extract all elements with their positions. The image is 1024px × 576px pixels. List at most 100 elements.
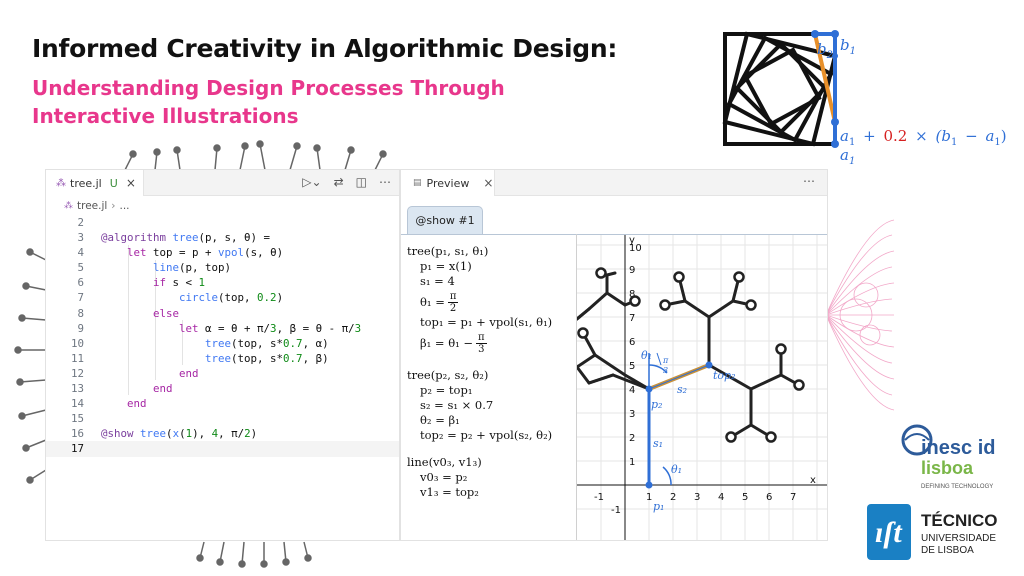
untracked-status: U bbox=[109, 176, 118, 190]
svg-text:6: 6 bbox=[766, 492, 772, 503]
math-row: top₁ = p₁ + vpol(s₁, θ₁) bbox=[420, 315, 553, 329]
svg-text:-1: -1 bbox=[611, 505, 621, 516]
svg-text:2: 2 bbox=[670, 492, 676, 503]
svg-text:π: π bbox=[662, 356, 669, 365]
math-row: θ₂ = β₁ bbox=[420, 413, 460, 427]
svg-text:θ₁: θ₁ bbox=[671, 463, 682, 476]
code-line: 11 tree(top, s*0.7, β) bbox=[70, 351, 329, 365]
svg-text:6: 6 bbox=[629, 337, 635, 348]
preview-tabbar: ▤ Preview × ⋯ bbox=[401, 170, 827, 196]
show-output-tab[interactable]: @show #1 bbox=[407, 206, 483, 234]
tab-tree-jl[interactable]: ⁂ tree.jl U × bbox=[46, 170, 144, 196]
julia-file-icon: ⁂ bbox=[56, 177, 66, 189]
svg-text:b1: b1 bbox=[840, 36, 856, 57]
math-row: β₁ = θ₁ − π3 bbox=[420, 331, 487, 355]
math-row: v1₃ = top₂ bbox=[420, 485, 479, 499]
math-row: top₂ = p₂ + vpol(s₂, θ₂) bbox=[420, 428, 553, 442]
svg-text:3: 3 bbox=[663, 366, 668, 375]
decorative-pink-fan bbox=[826, 219, 895, 411]
math-row: s₂ = s₁ × 0.7 bbox=[420, 398, 494, 412]
diff-icon[interactable]: ⇄ bbox=[334, 175, 344, 189]
close-icon[interactable]: × bbox=[126, 176, 136, 190]
math-call: tree(p₁, s₁, θ₁) bbox=[407, 244, 489, 258]
svg-text:DE LISBOA: DE LISBOA bbox=[921, 545, 974, 556]
code-line: 14 end bbox=[70, 397, 147, 411]
rotated-squares-figure: b2 b1 a1 a1 + 0.2 × (b1 − a1) bbox=[722, 30, 1007, 166]
tree-branches bbox=[577, 271, 801, 439]
point-p2 bbox=[645, 385, 653, 393]
interpolation-formula: a1 + 0.2 × (b1 − a1) bbox=[840, 127, 1007, 149]
svg-text:y: y bbox=[629, 235, 635, 246]
svg-text:1: 1 bbox=[629, 457, 635, 468]
svg-text:θ₁: θ₁ bbox=[641, 349, 652, 362]
code-line: 12 end bbox=[70, 366, 199, 380]
point-a1-plus bbox=[831, 118, 839, 126]
code-editor: ⁂ tree.jl U × ▷⌄ ⇄ ◫ ⋯ ⁂ tree.jl › ... 2… bbox=[45, 169, 400, 541]
svg-text:7: 7 bbox=[629, 313, 635, 324]
split-icon[interactable]: ◫ bbox=[356, 175, 367, 189]
svg-text:5: 5 bbox=[629, 361, 635, 372]
close-icon[interactable]: × bbox=[483, 176, 493, 190]
run-icon[interactable]: ▷⌄ bbox=[302, 175, 321, 189]
tree-plot[interactable]: -1 1 2 3 4 5 6 7 x -1 1 2 3 4 5 6 7 8 9 … bbox=[577, 235, 828, 541]
preview-panel: ▤ Preview × ⋯ @show #1 tree(p₁, s₁, θ₁) … bbox=[400, 169, 828, 541]
svg-text:b2: b2 bbox=[817, 40, 833, 61]
slide-subtitle: Understanding Design Processes Through I… bbox=[32, 74, 552, 130]
tecnico-logo: ıſt TÉCNICO UNIVERSIDADE DE LISBOA bbox=[865, 500, 1010, 564]
svg-text:TÉCNICO: TÉCNICO bbox=[921, 511, 998, 530]
code-line: 5 line(p, top) bbox=[77, 261, 232, 275]
svg-text:-1: -1 bbox=[594, 492, 604, 503]
svg-text:top₂: top₂ bbox=[713, 369, 736, 382]
slide-subtitle-line1: Understanding Design Processes Through bbox=[32, 76, 505, 100]
code-line: 9 let α = θ + π/3, β = θ - π/3 bbox=[77, 321, 362, 335]
chevron-right-icon: › bbox=[111, 199, 116, 212]
code-line: 10 tree(top, s*0.7, α) bbox=[70, 336, 329, 350]
code-line: 13 end bbox=[70, 382, 173, 396]
math-call: tree(p₂, s₂, θ₂) bbox=[407, 368, 489, 382]
svg-text:9: 9 bbox=[629, 265, 635, 276]
decorative-tree-bottom bbox=[196, 541, 312, 568]
point-a1 bbox=[831, 140, 839, 148]
svg-text:inesc id: inesc id bbox=[921, 437, 995, 459]
code-line: 6 if s < 1 bbox=[77, 276, 206, 290]
math-row: v0₃ = p₂ bbox=[420, 470, 468, 484]
tab-preview[interactable]: ▤ Preview × bbox=[401, 170, 495, 196]
code-line: 7 circle(top, 0.2) bbox=[77, 291, 284, 305]
angle-theta1-arc bbox=[662, 466, 672, 486]
svg-text:DEFINING TECHNOLOGY: DEFINING TECHNOLOGY bbox=[921, 484, 993, 490]
preview-icon: ▤ bbox=[413, 178, 422, 188]
breadcrumb-rest[interactable]: ... bbox=[120, 200, 130, 212]
more-icon[interactable]: ⋯ bbox=[379, 175, 391, 189]
code-area[interactable]: 2 3 @algorithm tree(p, s, θ) = 4 let top … bbox=[46, 215, 399, 457]
svg-text:4: 4 bbox=[629, 385, 635, 396]
svg-text:3: 3 bbox=[629, 409, 635, 420]
svg-text:p₂: p₂ bbox=[651, 398, 662, 411]
svg-text:p₁: p₁ bbox=[653, 500, 664, 513]
svg-text:lisboa: lisboa bbox=[921, 458, 974, 478]
svg-text:1: 1 bbox=[646, 492, 652, 503]
code-line: 16 @show tree(x(1), 4, π/2) bbox=[70, 427, 258, 441]
editor-tabbar: ⁂ tree.jl U × ▷⌄ ⇄ ◫ ⋯ bbox=[46, 170, 399, 196]
code-line-active: 17 bbox=[46, 441, 399, 457]
math-row: p₂ = top₁ bbox=[420, 383, 473, 397]
slide-title: Informed Creativity in Algorithmic Desig… bbox=[32, 34, 618, 63]
code-line: 2 bbox=[77, 216, 84, 229]
math-call: line(v0₃, v1₃) bbox=[407, 455, 482, 469]
breadcrumb-file[interactable]: tree.jl bbox=[77, 200, 107, 212]
math-trace: tree(p₁, s₁, θ₁) p₁ = x(1) s₁ = 4 θ₁ = π… bbox=[407, 240, 577, 500]
point-b1 bbox=[831, 30, 839, 38]
math-row: p₁ = x(1) bbox=[420, 259, 472, 273]
svg-text:5: 5 bbox=[742, 492, 748, 503]
svg-text:7: 7 bbox=[790, 492, 796, 503]
tree-leaves bbox=[577, 267, 805, 443]
math-row: θ₁ = π2 bbox=[420, 290, 459, 314]
point-p1 bbox=[645, 481, 653, 489]
inesc-id-logo: inesc id lisboa DEFINING TECHNOLOGY bbox=[893, 420, 1005, 494]
breadcrumb: ⁂ tree.jl › ... bbox=[46, 196, 399, 215]
svg-text:UNIVERSIDADE: UNIVERSIDADE bbox=[921, 533, 996, 544]
code-line: 4 let top = p + vpol(s, θ) bbox=[77, 246, 284, 260]
svg-text:s₂: s₂ bbox=[677, 383, 687, 396]
svg-text:3: 3 bbox=[694, 492, 700, 503]
more-icon[interactable]: ⋯ bbox=[803, 174, 815, 188]
svg-text:4: 4 bbox=[718, 492, 724, 503]
